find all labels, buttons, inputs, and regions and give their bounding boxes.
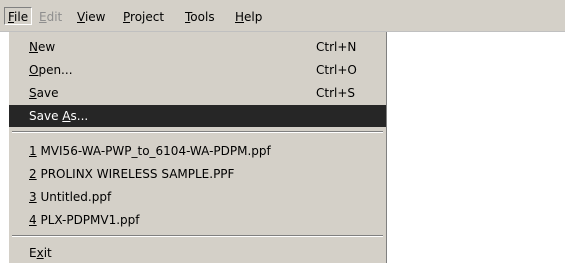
menu-item-save-label: Save	[29, 82, 58, 104]
menu-item-recent-4-text: PLX-PDPMV1.ppf	[36, 213, 140, 227]
menu-file[interactable]: File	[4, 7, 33, 25]
menu-item-open[interactable]: Open... Ctrl+O	[9, 59, 386, 81]
menu-item-new-accelerator: N	[29, 40, 38, 54]
menu-item-save[interactable]: Save Ctrl+S	[9, 82, 386, 104]
menu-item-recent-4[interactable]: 4 PLX-PDPMV1.ppf	[9, 209, 386, 231]
menu-item-recent-2-accelerator: 2	[29, 167, 37, 181]
menu-item-open-text: pen...	[38, 63, 73, 77]
menu-file-label: ile	[14, 10, 29, 24]
menu-help-label: elp	[244, 10, 263, 24]
menu-item-recent-2-label: 2 PROLINX WIRELESS SAMPLE.PPF	[29, 163, 234, 185]
menu-item-recent-2[interactable]: 2 PROLINX WIRELESS SAMPLE.PPF	[9, 163, 386, 185]
menu-edit-label: dit	[46, 10, 63, 24]
menu-item-save-as-accelerator: A	[62, 109, 71, 123]
menu-item-new-text: ew	[37, 40, 56, 54]
menu-item-exit[interactable]: Exit	[9, 242, 386, 264]
menu-item-recent-1-text: MVI56-WA-PWP_to_6104-WA-PDPM.ppf	[36, 144, 271, 158]
menu-item-exit-accelerator: x	[36, 246, 44, 260]
menu-help[interactable]: Help	[235, 8, 262, 26]
menu-edit-accelerator: E	[39, 10, 47, 24]
menu-item-save-shortcut: Ctrl+S	[316, 86, 356, 100]
menu-view-label: iew	[84, 10, 106, 24]
menu-tools[interactable]: Tools	[185, 8, 215, 26]
menu-view[interactable]: View	[77, 8, 105, 26]
menu-item-new-label: New	[29, 36, 55, 58]
menu-item-save-as-label: Save As...	[29, 105, 88, 127]
menu-item-new-shortcut: Ctrl+N	[316, 40, 357, 54]
menu-bar: File Edit View Project Tools Help	[0, 0, 565, 32]
menu-item-recent-1-accelerator: 1	[29, 144, 37, 158]
menu-separator	[12, 131, 383, 133]
menu-item-save-text: ave	[36, 86, 59, 100]
menu-tools-label: ools	[190, 10, 215, 24]
menu-item-open-label: Open...	[29, 59, 73, 81]
menu-view-accelerator: V	[77, 10, 85, 24]
menu-item-save-accelerator: S	[29, 86, 37, 100]
menu-item-recent-3-label: 3 Untitled.ppf	[29, 186, 111, 208]
menu-item-exit-label: Exit	[29, 242, 52, 264]
menu-item-recent-4-accelerator: 4	[29, 213, 37, 227]
menu-project-label: roject	[130, 10, 165, 24]
menu-item-save-as[interactable]: Save As...	[9, 105, 386, 127]
menu-item-recent-4-label: 4 PLX-PDPMV1.ppf	[29, 209, 140, 231]
menu-item-exit-text-start: E	[29, 246, 37, 260]
menu-item-recent-1[interactable]: 1 MVI56-WA-PWP_to_6104-WA-PDPM.ppf	[9, 140, 386, 162]
menu-edit[interactable]: Edit	[39, 8, 62, 26]
menu-separator	[12, 235, 383, 237]
menu-project-accelerator: P	[123, 10, 131, 24]
menu-item-recent-2-text: PROLINX WIRELESS SAMPLE.PPF	[36, 167, 235, 181]
file-menu-dropdown: New Ctrl+N Open... Ctrl+O Save Ctrl+S Sa…	[8, 32, 387, 263]
menu-project[interactable]: Project	[123, 8, 164, 26]
menu-item-save-as-text-end: s...	[70, 109, 89, 123]
menu-item-open-shortcut: Ctrl+O	[316, 63, 357, 77]
menu-item-new[interactable]: New Ctrl+N	[9, 36, 386, 58]
menu-item-recent-3-text: Untitled.ppf	[36, 190, 112, 204]
menu-item-save-as-text-start: Save	[29, 109, 63, 123]
menu-item-exit-text-end: it	[43, 246, 52, 260]
menu-item-recent-3-accelerator: 3	[29, 190, 37, 204]
menu-help-accelerator: H	[235, 10, 245, 24]
menu-item-recent-3[interactable]: 3 Untitled.ppf	[9, 186, 386, 208]
menu-item-recent-1-label: 1 MVI56-WA-PWP_to_6104-WA-PDPM.ppf	[29, 140, 271, 162]
